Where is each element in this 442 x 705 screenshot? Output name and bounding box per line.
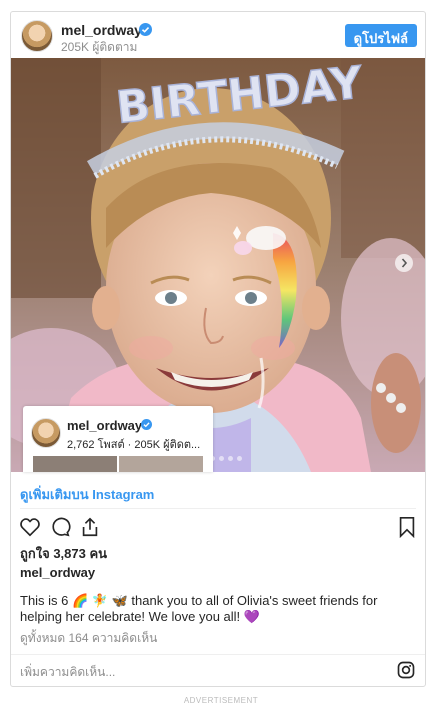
mini-username: mel_ordway	[67, 418, 143, 433]
carousel-dot	[237, 456, 242, 461]
username[interactable]: mel_ordway	[61, 22, 142, 38]
view-all-comments-link[interactable]: ดูทั้งหมด 164 ความคิดเห็น	[20, 629, 157, 648]
divider	[20, 508, 416, 509]
instagram-embed-card: mel_ordway 205K ผู้ติดตาม ดูโปรไฟล์ BIRT…	[10, 11, 426, 687]
mini-avatar	[31, 418, 61, 448]
avatar[interactable]	[21, 20, 53, 52]
share-icon[interactable]	[79, 516, 101, 538]
next-arrow-icon	[401, 258, 408, 268]
mini-thumbnail	[33, 456, 117, 472]
mini-profile-card[interactable]: mel_ordway 2,762 โพสต์ · 205K ผู้ติดต...	[23, 406, 213, 472]
post-header: mel_ordway 205K ผู้ติดตาม ดูโปรไฟล์	[11, 12, 425, 58]
comment-bar: เพิ่มความคิดเห็น...	[11, 654, 425, 686]
verified-badge-icon	[141, 419, 152, 430]
carousel-dot	[219, 456, 224, 461]
heart-icon[interactable]	[19, 516, 41, 538]
caption-username[interactable]: mel_ordway	[20, 565, 95, 580]
mini-stats: 2,762 โพสต์ · 205K ผู้ติดต...	[67, 439, 201, 451]
verified-badge-icon	[139, 23, 152, 36]
next-arrow-button[interactable]	[395, 254, 413, 272]
view-more-on-instagram-link[interactable]: ดูเพิ่มเติมบน Instagram	[20, 484, 154, 505]
mini-thumbnail	[119, 456, 203, 472]
carousel-dot	[228, 456, 233, 461]
action-bar	[11, 512, 425, 542]
bookmark-icon[interactable]	[397, 516, 417, 538]
instagram-icon[interactable]	[397, 661, 415, 679]
view-profile-button[interactable]: ดูโปรไฟล์	[344, 24, 417, 47]
comment-icon[interactable]	[49, 516, 71, 538]
follower-count: 205K ผู้ติดตาม	[61, 40, 138, 54]
caption-text: This is 6 🌈 🧚 🦋 thank you to all of Oliv…	[20, 593, 378, 624]
like-count[interactable]: ถูกใจ 3,873 คน	[20, 543, 107, 564]
add-comment-input[interactable]: เพิ่มความคิดเห็น...	[20, 663, 115, 682]
